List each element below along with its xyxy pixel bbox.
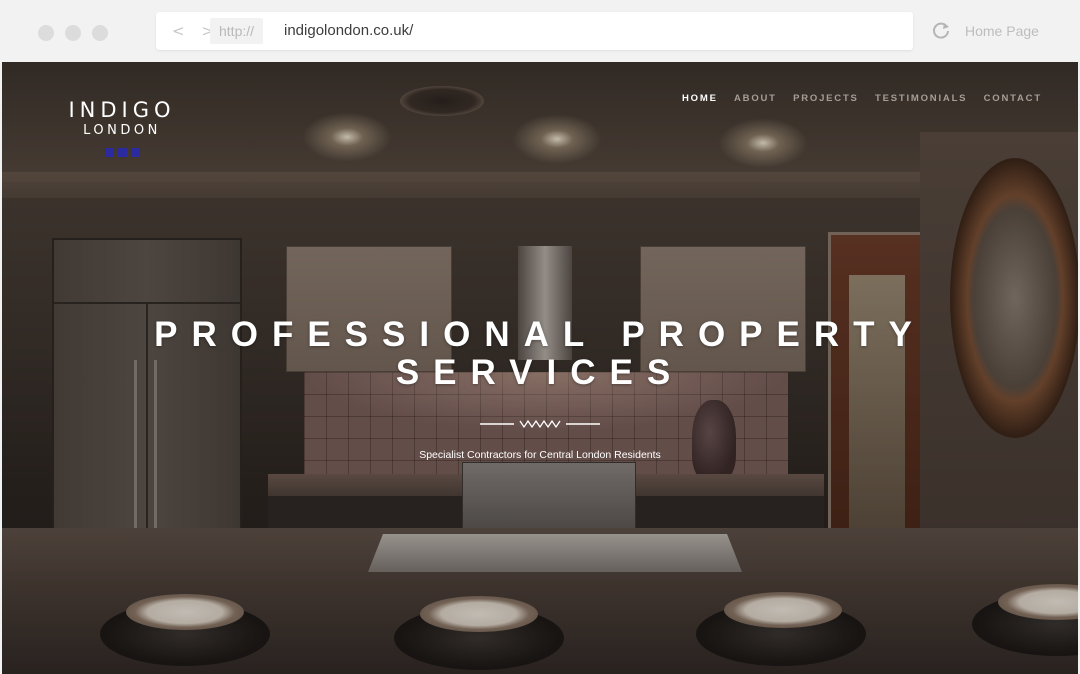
hero-headline-line1: PROFESSIONAL PROPERTY xyxy=(154,315,926,354)
logo-wordmark-london: LONDON xyxy=(83,123,161,138)
main-nav: HOME ABOUT PROJECTS TESTIMONIALS CONTACT xyxy=(682,91,1042,107)
protocol-label: http:// xyxy=(210,18,264,44)
window-maximize-dot[interactable] xyxy=(92,25,108,41)
url-text[interactable]: indigolondon.co.uk/ xyxy=(284,12,413,50)
nav-testimonials[interactable]: TESTIMONIALS xyxy=(875,91,967,107)
site-logo[interactable]: INDIGO LONDON xyxy=(60,98,184,157)
hero-tagline: Specialist Contractors for Central Londo… xyxy=(419,449,661,461)
address-bar[interactable]: < > http:// indigolondon.co.uk/ xyxy=(156,12,913,50)
window-close-dot[interactable] xyxy=(38,25,54,41)
logo-wordmark-indigo: INDIGO xyxy=(68,98,176,122)
nav-contact[interactable]: CONTACT xyxy=(984,91,1042,107)
browser-toolbar: < > http:// indigolondon.co.uk/ Home Pag… xyxy=(0,0,1080,62)
nav-projects[interactable]: PROJECTS xyxy=(793,91,859,107)
nav-about[interactable]: ABOUT xyxy=(734,91,777,107)
logo-squares-icon xyxy=(60,144,184,157)
hero-headline-line2: SERVICES xyxy=(395,353,685,392)
browser-window: < > http:// indigolondon.co.uk/ Home Pag… xyxy=(0,0,1080,674)
hero-headline: PROFESSIONAL PROPERTY SERVICES xyxy=(102,316,978,392)
window-minimize-dot[interactable] xyxy=(65,25,81,41)
reload-icon[interactable] xyxy=(930,19,952,41)
nav-home[interactable]: HOME xyxy=(682,91,718,107)
hero-section: INDIGO LONDON HOME ABOUT PROJECTS TESTIM… xyxy=(2,62,1078,674)
ornament-divider-icon xyxy=(480,419,600,429)
home-page-label[interactable]: Home Page xyxy=(965,21,1039,41)
